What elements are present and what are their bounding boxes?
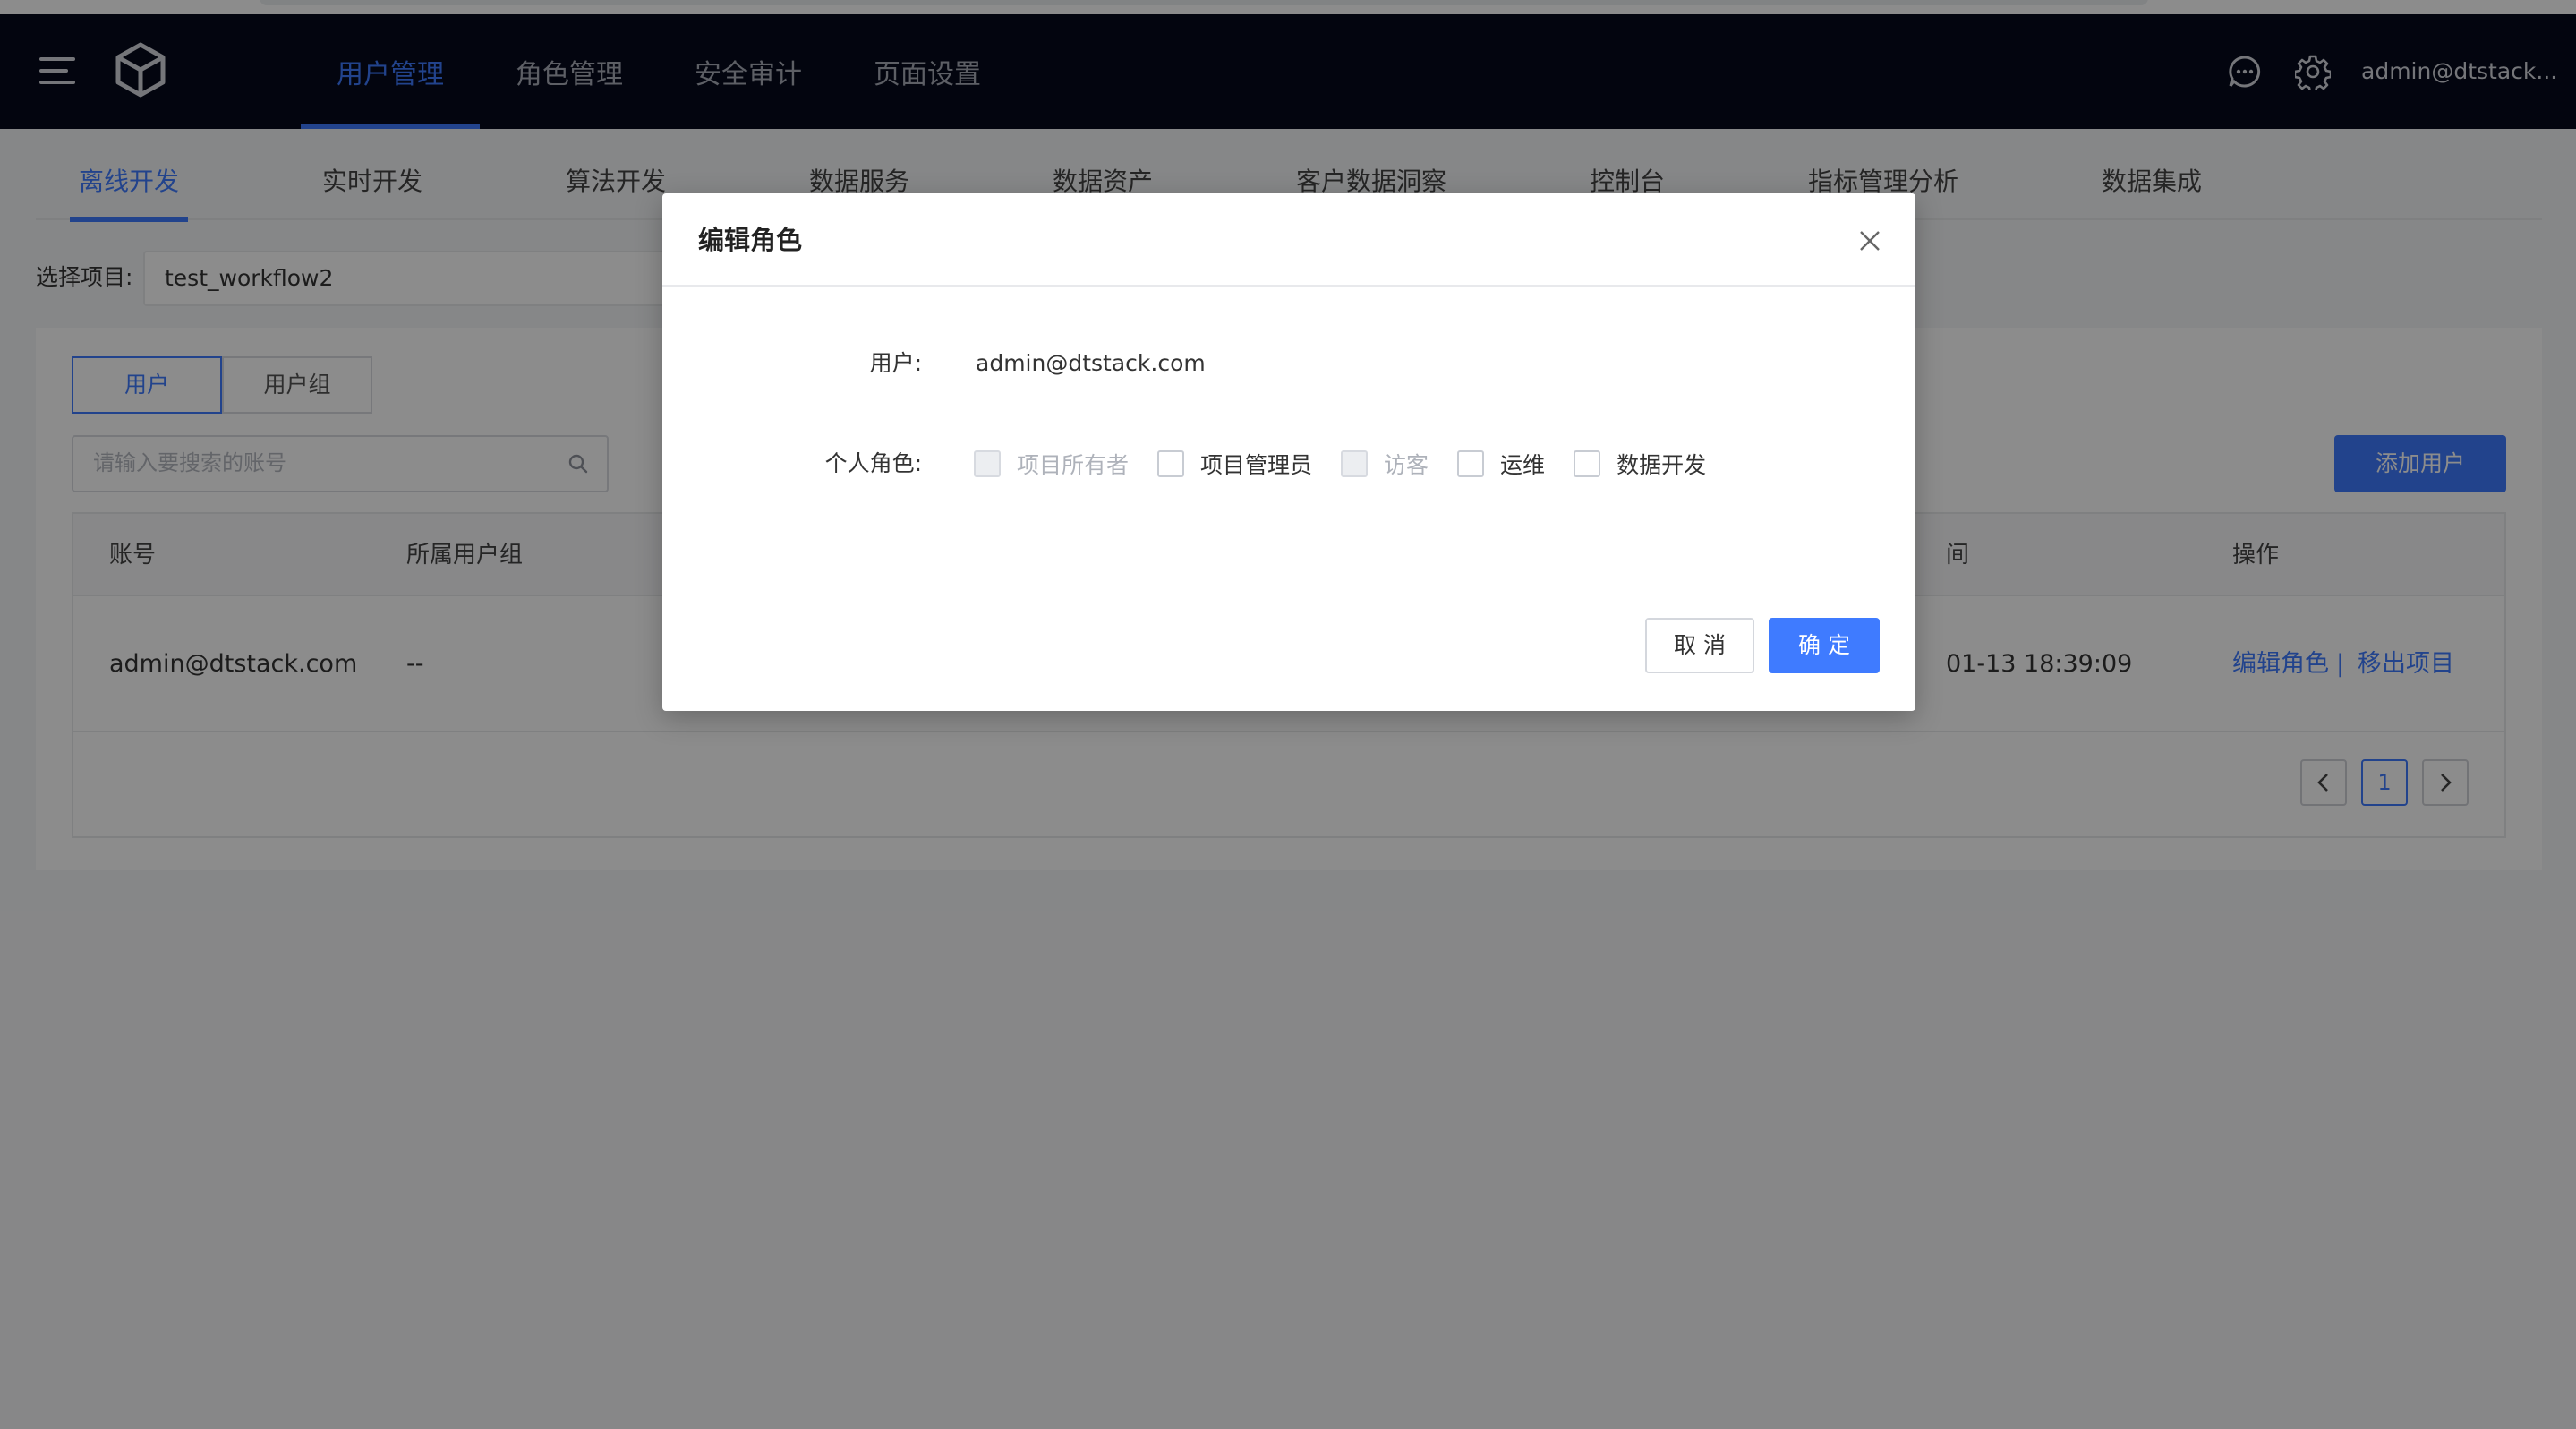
role-checkbox-data-dev[interactable]: 数据开发 xyxy=(1574,448,1706,480)
role-checkbox-ops[interactable]: 运维 xyxy=(1457,448,1545,480)
dialog-header: 编辑角色 xyxy=(662,193,1915,287)
checkbox-box[interactable] xyxy=(1157,450,1185,477)
checkbox-box[interactable] xyxy=(1457,450,1485,477)
checkbox-box[interactable] xyxy=(1574,450,1601,477)
role-label: 个人角色: xyxy=(824,450,922,476)
confirm-button[interactable]: 确 定 xyxy=(1769,618,1880,673)
checkbox-label: 项目所有者 xyxy=(1017,452,1130,478)
user-label: 用户: xyxy=(869,350,922,376)
role-checkbox-visitor: 访客 xyxy=(1341,448,1429,480)
checkbox-label[interactable]: 项目管理员 xyxy=(1200,448,1312,480)
checkbox-box xyxy=(1341,450,1369,477)
checkbox-label: 访客 xyxy=(1384,452,1429,478)
dialog-title: 编辑角色 xyxy=(698,225,803,255)
edit-role-dialog: 编辑角色 用户: admin@dtstack.com 个人角色: 项目所有者 项… xyxy=(662,193,1915,711)
user-value: admin@dtstack.com xyxy=(976,350,1206,376)
checkbox-box xyxy=(974,450,1001,477)
role-checkbox-group: 项目所有者 项目管理员 访客 运维 数据开发 xyxy=(974,446,1735,482)
checkbox-label[interactable]: 运维 xyxy=(1500,448,1545,480)
checkbox-label[interactable]: 数据开发 xyxy=(1616,448,1706,480)
role-checkbox-project-admin[interactable]: 项目管理员 xyxy=(1157,448,1312,480)
role-checkbox-project-owner: 项目所有者 xyxy=(974,448,1129,480)
cancel-button[interactable]: 取 消 xyxy=(1645,618,1754,673)
close-icon[interactable] xyxy=(1858,229,1881,252)
